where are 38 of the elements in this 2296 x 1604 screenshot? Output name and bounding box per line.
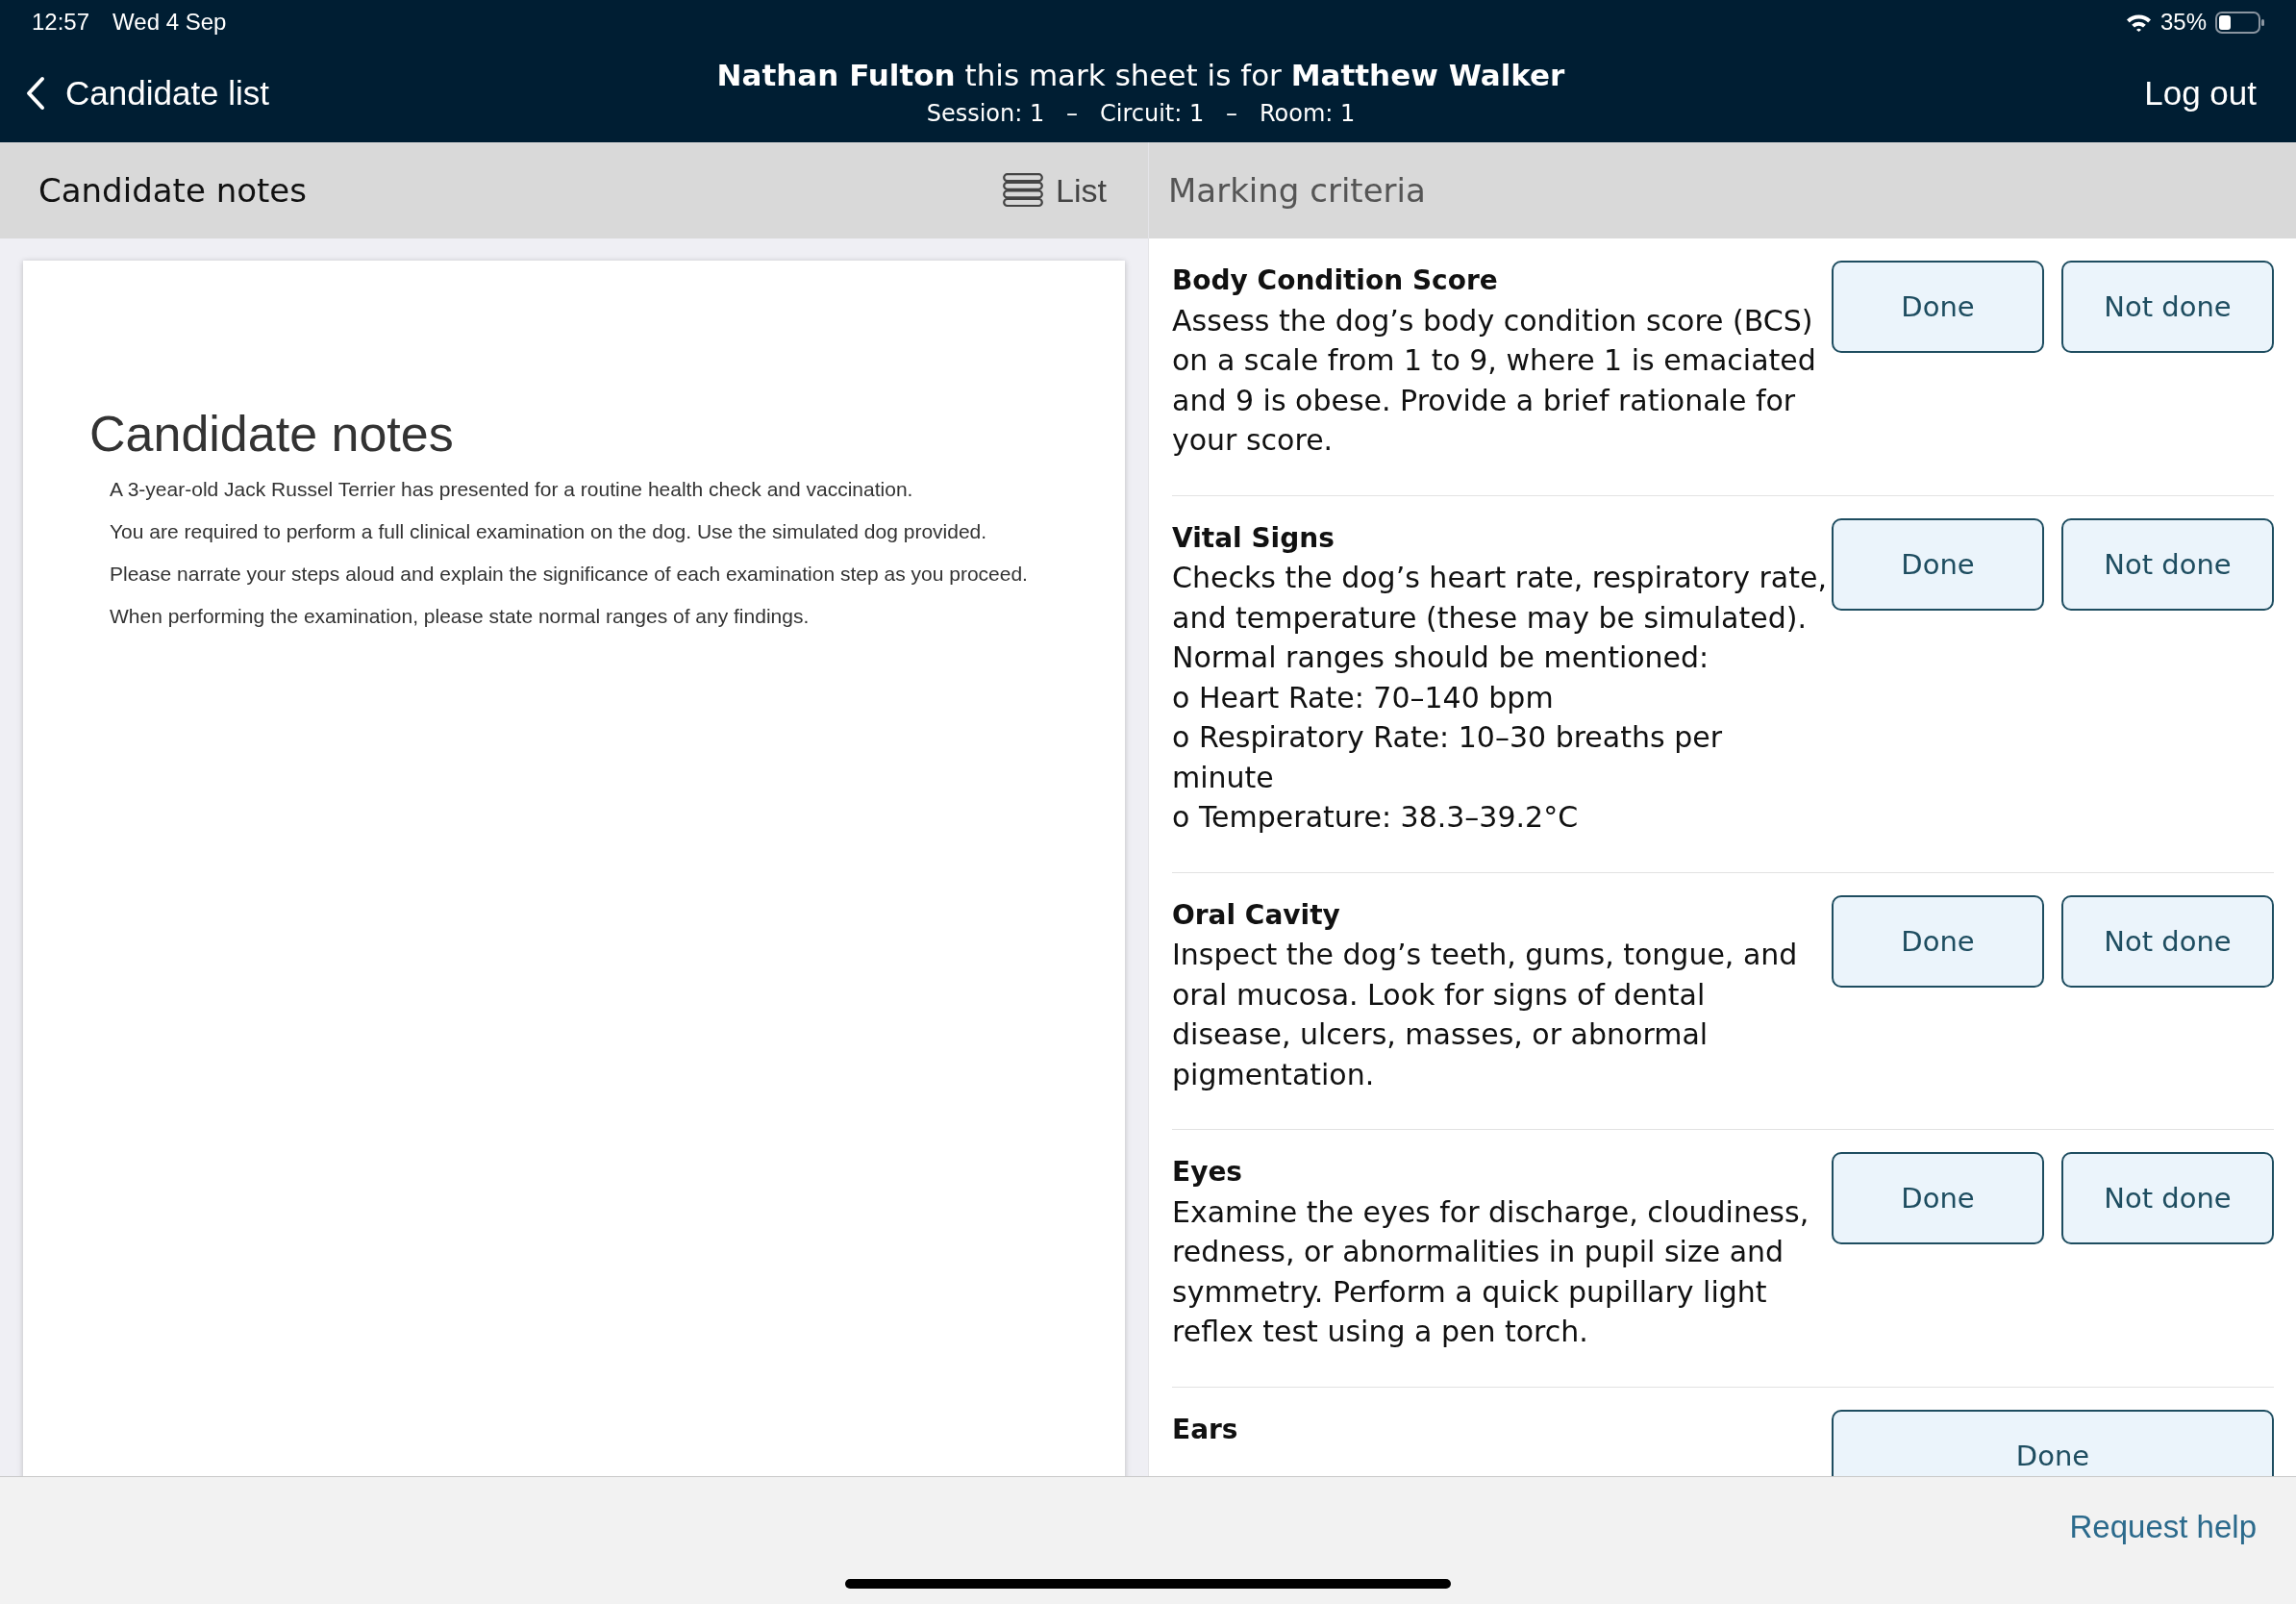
criterion-description: Inspect the dog’s teeth, gums, tongue, and oral mucosa. Look for signs of dental disease, ulcers, masses, or abnormal pigmentation.	[1172, 937, 1799, 1093]
criterion-title: Ears	[1172, 1412, 1239, 1447]
notes-paragraph: Please narrate your steps aloud and explain the significance of each examination step as you proceed.	[109, 562, 1029, 587]
panel-header-title: Marking criteria	[1168, 171, 1426, 210]
document-title: Candidate notes	[89, 405, 455, 463]
status-time: 12:57	[32, 9, 90, 36]
list-icon	[1003, 173, 1044, 208]
criterion-description: Examine the eyes for discharge, cloudiness, redness, or abnormalities in pupil size and symmetry. Perform a quick pupillary light reflex test using a pen torch.	[1172, 1193, 1810, 1350]
mark-button[interactable]: Done	[1832, 894, 2044, 988]
criterion-title: Body Condition Score	[1172, 263, 1499, 298]
criterion-title: Oral Cavity	[1172, 897, 1341, 933]
criterion-description: Checks the dog’s heart rate, respiratory rate, and temperature (these may be simulated). Normal ranges should be mentioned: o Heart Rate: 70–140 bpm o Respiratory Rate: 10–30 breaths per minute o Temperature: 38.3–39.2°C	[1172, 560, 1828, 836]
mark-button[interactable]: Not done	[2061, 261, 2274, 353]
mark-sheet-title: Nathan Fulton this mark sheet is for Matthew Walker	[716, 57, 1565, 94]
list-toggle[interactable]: List	[1003, 171, 1107, 210]
mark-button[interactable]: Not done	[2061, 1152, 2274, 1244]
battery-percentage: 35%	[2159, 9, 2207, 36]
battery-icon	[2215, 11, 2265, 34]
criterion-description: Assess the dog’s body condition score (BCS) on a scale from 1 to 9, where 1 is emaciated and 9 is obese. Provide a brief rationale for your score.	[1172, 302, 1817, 459]
mark-button[interactable]: Done	[1832, 261, 2044, 353]
chevron-left-icon	[25, 76, 46, 111]
session-info: Session: 1 – Circuit: 1 – Room: 1	[925, 99, 1357, 129]
mark-button[interactable]: Not done	[2061, 894, 2274, 988]
notes-paragraph: When performing the examination, please state normal ranges of any findings.	[109, 604, 811, 629]
mark-button[interactable]: Done	[1832, 1409, 2274, 1476]
back-button[interactable]: Candidate list	[25, 70, 270, 116]
mark-button[interactable]: Done	[1832, 1152, 2044, 1244]
notes-paragraph: You are required to perform a full clinical examination on the dog. Use the simulated dog provided.	[109, 519, 988, 544]
panel-header-title: Candidate notes	[38, 171, 307, 210]
criterion-title: Eyes	[1172, 1155, 1244, 1190]
logout-button[interactable]: Log out	[2144, 70, 2257, 116]
mark-button[interactable]: Done	[1832, 517, 2044, 611]
mark-button[interactable]: Not done	[2061, 517, 2274, 611]
status-date: Wed 4 Sep	[112, 9, 227, 36]
wifi-icon	[2125, 13, 2152, 32]
request-help-link[interactable]: Request help	[2069, 1508, 2257, 1546]
notes-paragraph: A 3-year-old Jack Russel Terrier has presented for a routine health check and vaccination.	[109, 477, 914, 502]
criterion-title: Vital Signs	[1172, 520, 1335, 556]
